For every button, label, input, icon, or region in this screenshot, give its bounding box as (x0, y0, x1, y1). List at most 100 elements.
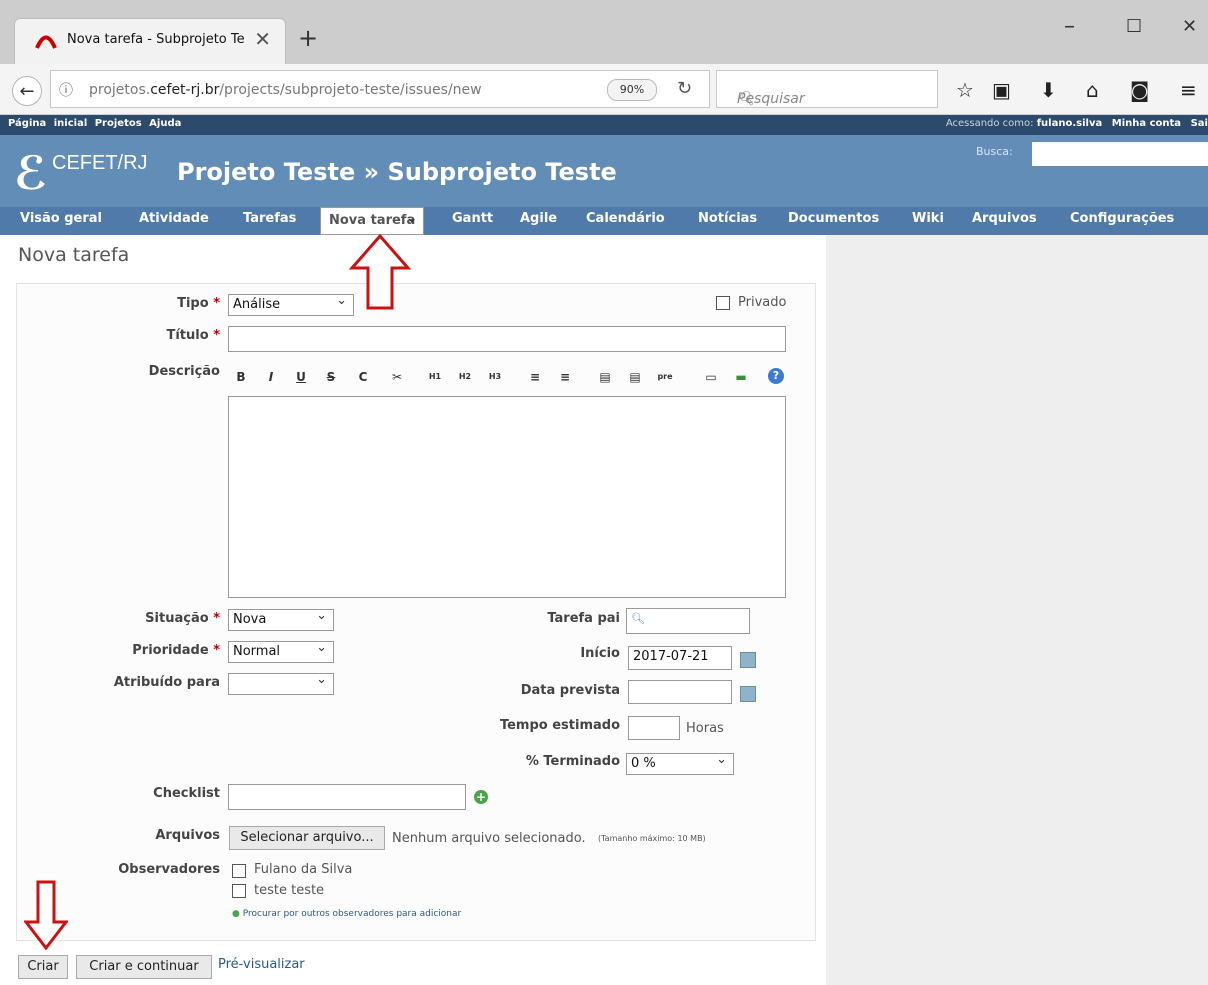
tab-configuracoes[interactable]: Configurações (1070, 211, 1174, 226)
checklist-label: Checklist (153, 786, 220, 801)
tab-visao-geral[interactable]: Visão geral (20, 211, 102, 226)
tab-gantt[interactable]: Gantt (452, 211, 493, 226)
tab-documentos[interactable]: Documentos (788, 211, 879, 226)
bookmark-star-icon[interactable]: ☆ (956, 78, 974, 102)
quote-icon[interactable]: ▤ (596, 368, 614, 386)
tab-noticias[interactable]: Notícias (698, 211, 757, 226)
browser-tab[interactable]: Nova tarefa - Subprojeto Te ✕ (14, 18, 286, 64)
strike-icon[interactable]: S (322, 368, 340, 386)
situacao-select[interactable]: Nova (228, 608, 334, 631)
watcher-checkbox[interactable] (232, 864, 246, 878)
watcher-label: Fulano da Silva (254, 862, 353, 877)
inicio-label: Início (580, 646, 620, 661)
observadores-label: Observadores (118, 862, 220, 877)
tipo-label: Tipo * (177, 296, 220, 311)
image-icon[interactable]: ▬ (732, 368, 750, 386)
pre-icon[interactable]: pre (656, 368, 674, 386)
prioridade-select[interactable]: Normal (228, 640, 334, 663)
watcher-checkbox[interactable] (232, 884, 246, 898)
download-icon[interactable]: ⬇ (1040, 78, 1057, 102)
privado-label: Privado (738, 295, 787, 310)
h1-icon[interactable]: H1 (426, 368, 444, 386)
maximize-icon[interactable]: ☐ (1126, 16, 1142, 37)
close-tab-icon[interactable]: ✕ (254, 27, 271, 51)
h3-icon[interactable]: H3 (486, 368, 504, 386)
top-menu: Página inicial Projetos Ajuda Acessando … (0, 115, 1208, 135)
ordered-list-icon[interactable]: ≡ (556, 368, 574, 386)
pocket-icon[interactable]: ◙ (1130, 78, 1149, 102)
close-window-icon[interactable]: ✕ (1182, 16, 1197, 37)
my-account-link[interactable]: Minha conta (1112, 118, 1181, 129)
logout-link[interactable]: Sai (1191, 118, 1208, 129)
tarefa-pai-input[interactable]: 🔍︎ (626, 608, 750, 634)
add-checklist-icon[interactable]: + (474, 790, 488, 804)
help-icon[interactable]: ? (768, 368, 784, 384)
add-watcher-icon: ● (232, 909, 240, 919)
inicio-input[interactable]: 2017-07-21 (628, 646, 732, 670)
tab-atividade[interactable]: Atividade (139, 211, 209, 226)
user-link[interactable]: fulano.silva (1037, 118, 1103, 129)
tab-wiki[interactable]: Wiki (912, 211, 944, 226)
scissors-icon[interactable]: ✂ (388, 368, 406, 386)
search-label: Busca: (976, 145, 1013, 158)
minimize-icon[interactable]: – (1064, 14, 1075, 39)
underline-icon[interactable]: U (292, 368, 310, 386)
terminado-select[interactable]: 0 % (626, 752, 734, 775)
descricao-label: Descrição (148, 364, 220, 379)
tab-nova-tarefa[interactable]: Nova tarefa (320, 206, 425, 235)
browser-search-input[interactable]: 🔍︎ Pesquisar (716, 70, 938, 108)
annotation-arrow-up-icon (348, 234, 412, 310)
project-title: Projeto Teste » Subprojeto Teste (177, 158, 617, 186)
tipo-select[interactable]: Análise (228, 293, 354, 316)
annotation-arrow-down-icon (24, 880, 68, 950)
info-icon[interactable]: ⓘ (59, 80, 73, 100)
search-watchers-link[interactable]: ● Procurar por outros observadores para … (232, 909, 461, 919)
home-icon[interactable]: ⌂ (1086, 78, 1099, 102)
titulo-input[interactable] (228, 326, 786, 352)
descricao-textarea[interactable] (228, 396, 786, 598)
max-size-text: (Tamanho máximo: 10 MB) (598, 834, 706, 843)
bold-icon[interactable]: B (232, 368, 250, 386)
criar-continuar-button[interactable]: Criar e continuar (76, 955, 212, 979)
new-tab-icon[interactable]: + (298, 24, 318, 52)
url-bar[interactable]: ⓘ projetos.cefet-rj.br/projects/subproje… (50, 70, 710, 108)
calendar-icon[interactable] (740, 686, 756, 702)
tempo-estimado-input[interactable] (628, 716, 680, 740)
link-icon[interactable]: ▭ (702, 368, 720, 386)
code-icon[interactable]: C (354, 368, 372, 386)
atribuido-select[interactable] (228, 672, 334, 695)
select-file-button[interactable]: Selecionar arquivo... (229, 826, 385, 850)
top-menu-right: Acessando como: fulano.silva Minha conta… (945, 118, 1208, 129)
h2-icon[interactable]: H2 (456, 368, 474, 386)
italic-icon[interactable]: I (262, 368, 280, 386)
search-icon: 🔍︎ (631, 612, 645, 625)
menu-icon[interactable]: ≡ (1180, 78, 1197, 102)
situacao-label: Situação * (145, 611, 220, 626)
privado-checkbox[interactable] (716, 296, 730, 310)
reload-icon[interactable]: ↻ (677, 78, 692, 99)
project-search-input[interactable] (1032, 142, 1208, 166)
url-text: projetos.cefet-rj.br/projects/subprojeto… (89, 82, 482, 98)
page-title: Nova tarefa (18, 244, 130, 266)
data-prevista-input[interactable] (628, 680, 732, 704)
criar-button[interactable]: Criar (18, 955, 68, 979)
arquivos-label: Arquivos (155, 828, 220, 843)
tab-agile[interactable]: Agile (520, 211, 557, 226)
tab-arquivos[interactable]: Arquivos (972, 211, 1037, 226)
tab-tarefas[interactable]: Tarefas (243, 211, 296, 226)
cefet-logo-icon: ℰ (14, 146, 48, 200)
zoom-badge[interactable]: 90% (607, 79, 657, 101)
top-menu-left[interactable]: Página inicial Projetos Ajuda (8, 118, 181, 129)
titulo-label: Título * (166, 328, 220, 343)
redmine-favicon-icon (35, 35, 57, 49)
unquote-icon[interactable]: ▤ (626, 368, 644, 386)
checklist-input[interactable] (228, 784, 466, 810)
tab-title: Nova tarefa - Subprojeto Te (67, 32, 245, 47)
preview-link[interactable]: Pré-visualizar (218, 957, 305, 972)
back-icon[interactable]: ← (12, 76, 42, 106)
tab-calendario[interactable]: Calendário (586, 211, 665, 226)
calendar-icon[interactable] (740, 652, 756, 668)
prioridade-label: Prioridade * (132, 643, 220, 658)
unordered-list-icon[interactable]: ≡ (526, 368, 544, 386)
clipboard-icon[interactable]: ▣ (992, 78, 1011, 102)
